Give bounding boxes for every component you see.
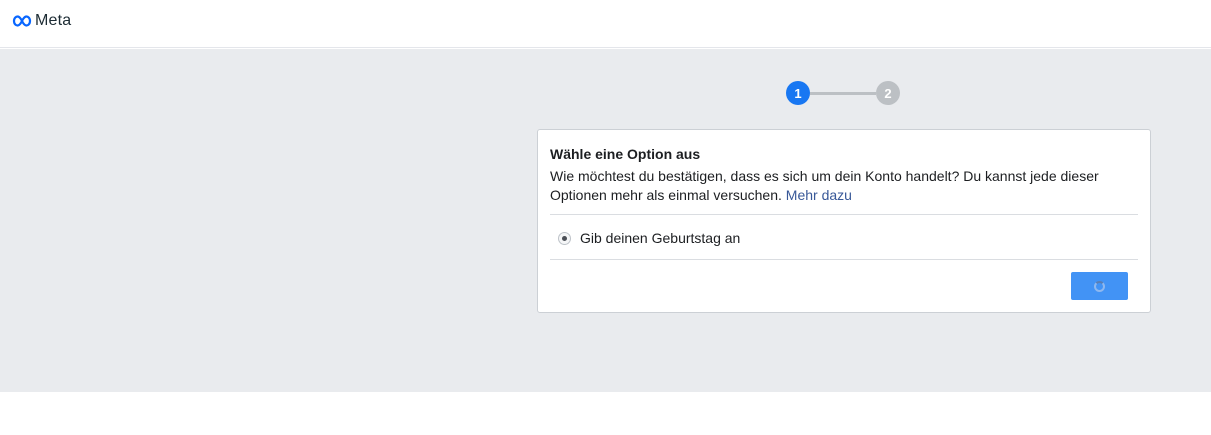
main-area: 1 2 Wähle eine Option aus Wie möchtest d… bbox=[0, 49, 1211, 392]
brand-name: Meta bbox=[35, 12, 72, 29]
meta-logo[interactable]: Meta bbox=[12, 12, 71, 30]
option-birthday[interactable]: Gib deinen Geburtstag an bbox=[558, 230, 740, 246]
card-title: Wähle eine Option aus bbox=[550, 146, 701, 162]
radio-dot-icon bbox=[562, 235, 567, 241]
step-1-indicator: 1 bbox=[786, 81, 810, 105]
radio-button[interactable] bbox=[558, 231, 571, 245]
continue-button[interactable] bbox=[1071, 272, 1128, 300]
option-card: Wähle eine Option aus Wie möchtest du be… bbox=[537, 129, 1151, 313]
spinner-icon bbox=[1094, 280, 1105, 292]
learn-more-link[interactable]: Mehr dazu bbox=[786, 187, 852, 203]
step-2-indicator: 2 bbox=[876, 81, 900, 105]
step-connector bbox=[810, 92, 876, 95]
option-label: Gib deinen Geburtstag an bbox=[580, 230, 741, 246]
top-bar: Meta bbox=[0, 0, 1211, 48]
divider bbox=[550, 259, 1138, 260]
meta-infinity-icon bbox=[12, 15, 32, 27]
card-description: Wie möchtest du bestätigen, dass es sich… bbox=[550, 167, 1130, 205]
divider bbox=[550, 214, 1138, 215]
